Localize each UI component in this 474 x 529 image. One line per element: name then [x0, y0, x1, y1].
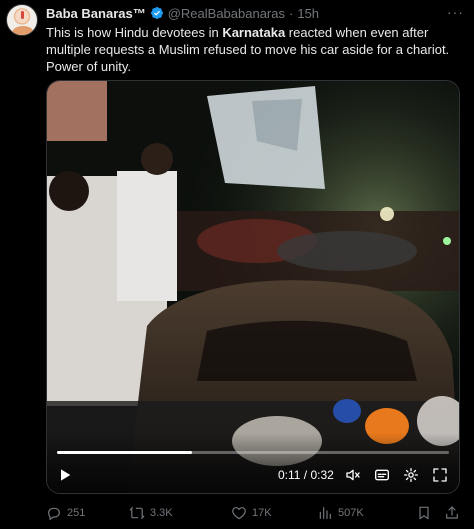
tweet-text: This is how Hindu devotees in Karnataka …: [46, 24, 464, 75]
avatar-tilak: [21, 11, 24, 19]
repost-icon: [129, 507, 145, 519]
avatar[interactable]: [6, 4, 38, 36]
video-progress-fill: [57, 451, 192, 454]
avatar-figure: [12, 26, 34, 35]
tweet-text-start: This is how Hindu devotees in: [46, 25, 223, 40]
like-button[interactable]: 17K: [231, 504, 272, 522]
tweet-text-highlight: Karnataka: [222, 25, 286, 40]
repost-button[interactable]: 3.3K: [129, 504, 173, 522]
like-count: 17K: [252, 507, 272, 519]
fullscreen-icon[interactable]: [432, 467, 448, 483]
verified-badge-icon: [150, 7, 163, 19]
tweet-actions: 251 3.3K 17K 507K: [46, 504, 464, 522]
share-icon: [446, 506, 458, 519]
tweet-header: Baba Banaras™ @RealBababanaras · 15h: [46, 4, 319, 22]
tweet-timestamp[interactable]: 15h: [297, 6, 319, 21]
reply-count: 251: [67, 507, 86, 519]
share-button[interactable]: [444, 504, 460, 522]
heart-icon: [232, 507, 246, 520]
separator-dot: ·: [289, 5, 294, 21]
reply-icon: [48, 507, 60, 520]
video-controls: [47, 433, 459, 493]
view-count: 507K: [338, 507, 364, 519]
views-button[interactable]: 507K: [317, 504, 364, 522]
play-icon[interactable]: [57, 467, 73, 483]
more-options-icon[interactable]: ···: [447, 4, 464, 20]
bookmark-icon: [419, 506, 429, 520]
tweet: Baba Banaras™ @RealBababanaras · 15h ···…: [0, 0, 474, 529]
repost-count: 3.3K: [150, 507, 173, 519]
video-progress-bar[interactable]: [57, 451, 449, 454]
views-chart-icon: [319, 507, 331, 519]
volume-muted-icon[interactable]: [345, 467, 361, 483]
author-handle[interactable]: @RealBababanaras: [168, 6, 285, 21]
settings-gear-icon[interactable]: [403, 467, 419, 483]
video-player[interactable]: 0:11 / 0:32: [46, 80, 460, 494]
video-timecode: 0:11 / 0:32: [278, 468, 334, 482]
reply-button[interactable]: 251: [46, 504, 85, 522]
author-name[interactable]: Baba Banaras™: [46, 6, 146, 21]
captions-icon[interactable]: [374, 467, 390, 483]
bookmark-button[interactable]: [416, 504, 432, 522]
